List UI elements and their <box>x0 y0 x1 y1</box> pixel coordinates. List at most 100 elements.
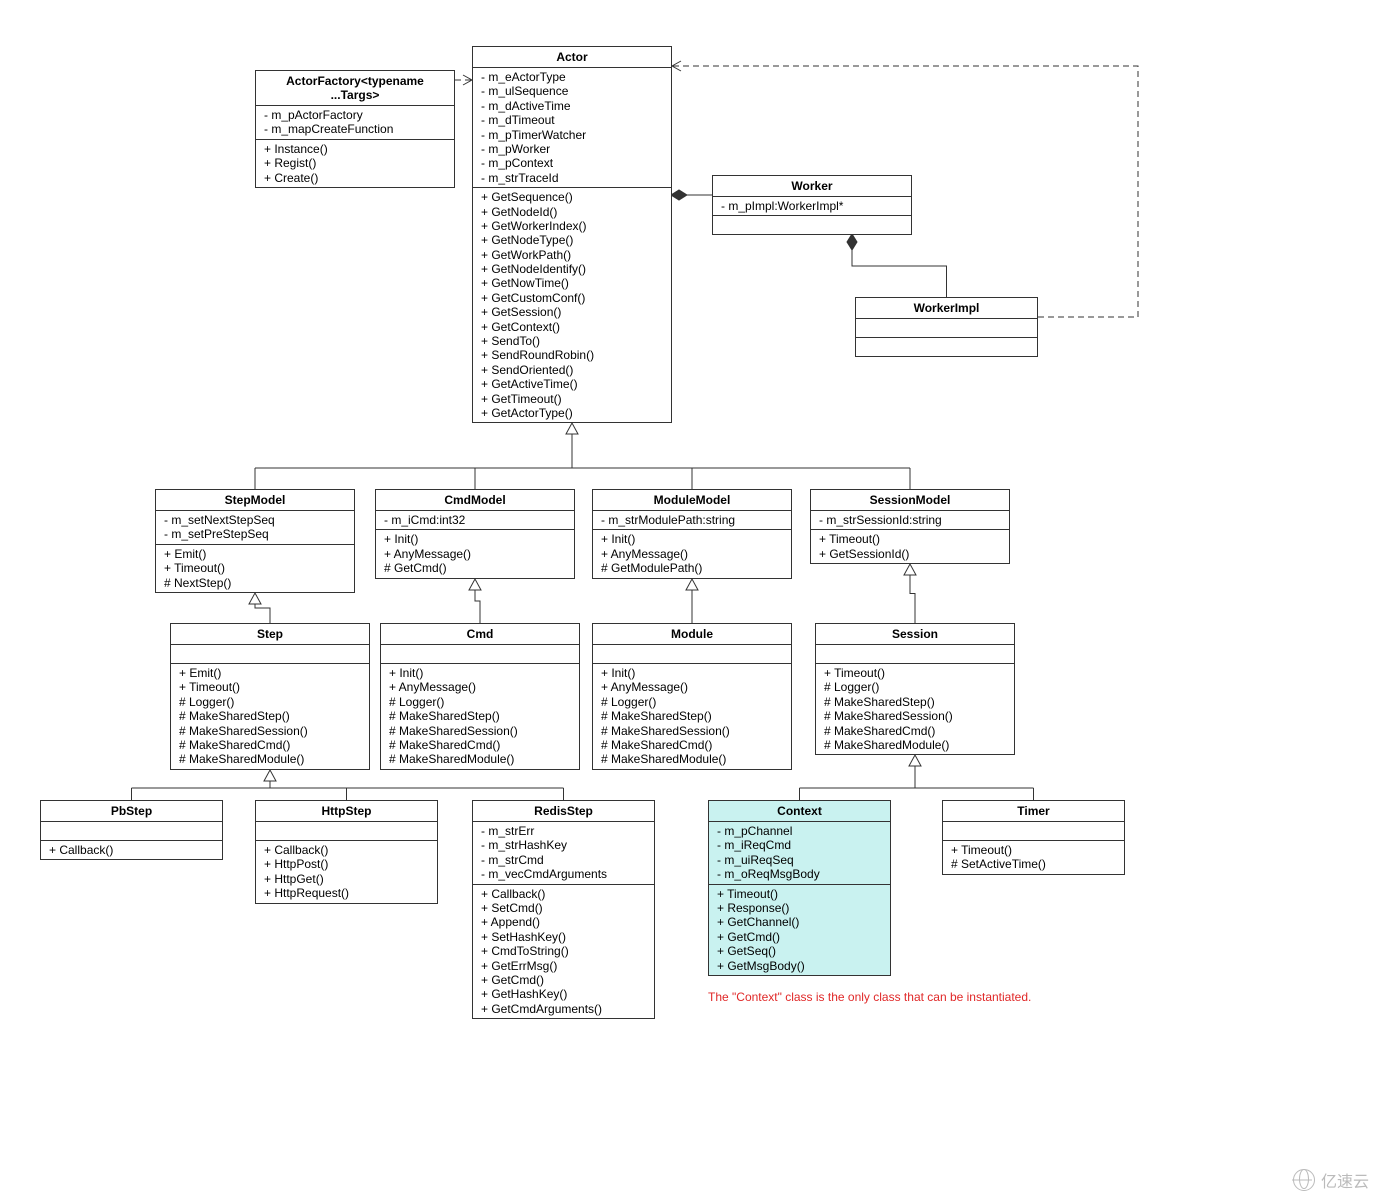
field: - m_dTimeout <box>481 113 663 127</box>
method: + GetWorkPath() <box>481 248 663 262</box>
field: - m_eActorType <box>481 70 663 84</box>
method: + GetSession() <box>481 305 663 319</box>
field: - m_pTimerWatcher <box>481 128 663 142</box>
method: # Logger() <box>824 680 1006 694</box>
method: + Init() <box>389 666 571 680</box>
method: # NextStep() <box>164 576 346 590</box>
connectors-layer <box>0 0 1381 1202</box>
method: + GetErrMsg() <box>481 959 646 973</box>
method: + AnyMessage() <box>384 547 566 561</box>
watermark-text: 亿速云 <box>1321 1168 1369 1192</box>
method: + GetNodeIdentify() <box>481 262 663 276</box>
fields-compartment: - m_pActorFactory- m_mapCreateFunction <box>256 106 454 140</box>
class-WorkerImpl: WorkerImpl <box>855 297 1038 357</box>
method: + GetContext() <box>481 320 663 334</box>
method: # SetActiveTime() <box>951 857 1116 871</box>
field: - m_pContext <box>481 156 663 170</box>
method: # MakeSharedStep() <box>601 709 783 723</box>
method: + GetWorkerIndex() <box>481 219 663 233</box>
method: # MakeSharedStep() <box>179 709 361 723</box>
methods-compartment: + Init()+ AnyMessage()# GetModulePath() <box>593 530 791 577</box>
method: + Timeout() <box>179 680 361 694</box>
method: + GetActiveTime() <box>481 377 663 391</box>
method: + Emit() <box>164 547 346 561</box>
methods-compartment: + Callback()+ HttpPost()+ HttpGet()+ Htt… <box>256 841 437 903</box>
class-Context: Context- m_pChannel- m_iReqCmd- m_uiReqS… <box>708 800 891 976</box>
method: # MakeSharedCmd() <box>179 738 361 752</box>
methods-compartment <box>713 216 911 234</box>
method: + AnyMessage() <box>601 547 783 561</box>
fields-compartment: - m_strModulePath:string <box>593 511 791 530</box>
method: + Timeout() <box>951 843 1116 857</box>
class-RedisStep: RedisStep- m_strErr- m_strHashKey- m_str… <box>472 800 655 1019</box>
method: + Timeout() <box>819 532 1001 546</box>
class-Cmd: Cmd + Init()+ AnyMessage()# Logger()# Ma… <box>380 623 580 770</box>
method: + GetCmd() <box>717 930 882 944</box>
method: + Init() <box>601 532 783 546</box>
fields-compartment <box>41 822 222 841</box>
watermark: 亿速云 <box>1293 1168 1369 1192</box>
method: + Init() <box>601 666 783 680</box>
class-Step: Step + Emit()+ Timeout()# Logger()# Make… <box>170 623 370 770</box>
fields-compartment <box>171 645 369 664</box>
method: # MakeSharedModule() <box>179 752 361 766</box>
field: - m_vecCmdArguments <box>481 867 646 881</box>
method: + GetMsgBody() <box>717 959 882 973</box>
method: + Callback() <box>264 843 429 857</box>
method: + GetSeq() <box>717 944 882 958</box>
class-CmdModel: CmdModel- m_iCmd:int32+ Init()+ AnyMessa… <box>375 489 575 579</box>
method: + Append() <box>481 915 646 929</box>
method: # MakeSharedCmd() <box>824 724 1006 738</box>
method: + Init() <box>384 532 566 546</box>
method: + Instance() <box>264 142 446 156</box>
fields-compartment: - m_setNextStepSeq- m_setPreStepSeq <box>156 511 354 545</box>
field: - m_pChannel <box>717 824 882 838</box>
fields-compartment: - m_strSessionId:string <box>811 511 1009 530</box>
class-title: Session <box>816 624 1014 645</box>
methods-compartment: + Init()+ AnyMessage()# Logger()# MakeSh… <box>593 664 791 769</box>
method: # Logger() <box>601 695 783 709</box>
field: - m_ulSequence <box>481 84 663 98</box>
method: + SetHashKey() <box>481 930 646 944</box>
field: - m_setNextStepSeq <box>164 513 346 527</box>
fields-compartment: - m_pChannel- m_iReqCmd- m_uiReqSeq- m_o… <box>709 822 890 885</box>
method: # MakeSharedModule() <box>824 738 1006 752</box>
methods-compartment: + Timeout()+ GetSessionId() <box>811 530 1009 563</box>
class-Timer: Timer + Timeout()# SetActiveTime() <box>942 800 1125 875</box>
field: - m_strCmd <box>481 853 646 867</box>
method: + GetTimeout() <box>481 392 663 406</box>
methods-compartment: + Init()+ AnyMessage()# GetCmd() <box>376 530 574 577</box>
field: - m_strModulePath:string <box>601 513 783 527</box>
method: + Emit() <box>179 666 361 680</box>
class-PbStep: PbStep + Callback() <box>40 800 223 860</box>
field: - m_dActiveTime <box>481 99 663 113</box>
method: + CmdToString() <box>481 944 646 958</box>
class-title: SessionModel <box>811 490 1009 511</box>
class-title: CmdModel <box>376 490 574 511</box>
method: + GetActorType() <box>481 406 663 420</box>
class-Session: Session + Timeout()# Logger()# MakeShare… <box>815 623 1015 755</box>
method: + HttpRequest() <box>264 886 429 900</box>
class-ModuleModel: ModuleModel- m_strModulePath:string+ Ini… <box>592 489 792 579</box>
fields-compartment <box>943 822 1124 841</box>
method: + HttpGet() <box>264 872 429 886</box>
method: + GetChannel() <box>717 915 882 929</box>
method: # MakeSharedSession() <box>601 724 783 738</box>
method: + Regist() <box>264 156 446 170</box>
method: + AnyMessage() <box>601 680 783 694</box>
class-ActorFactory: ActorFactory<typename ...Targs>- m_pActo… <box>255 70 455 188</box>
fields-compartment: - m_iCmd:int32 <box>376 511 574 530</box>
method: + GetSequence() <box>481 190 663 204</box>
field: - m_pImpl:WorkerImpl* <box>721 199 903 213</box>
uml-canvas: { "chart_data": { "type": "table", "desc… <box>0 0 1381 1202</box>
field: - m_strSessionId:string <box>819 513 1001 527</box>
class-Actor: Actor- m_eActorType- m_ulSequence- m_dAc… <box>472 46 672 423</box>
class-StepModel: StepModel- m_setNextStepSeq- m_setPreSte… <box>155 489 355 593</box>
field: - m_setPreStepSeq <box>164 527 346 541</box>
method: # Logger() <box>389 695 571 709</box>
class-Module: Module + Init()+ AnyMessage()# Logger()#… <box>592 623 792 770</box>
method: + SendTo() <box>481 334 663 348</box>
method: # MakeSharedSession() <box>179 724 361 738</box>
field: - m_pWorker <box>481 142 663 156</box>
fields-compartment: - m_strErr- m_strHashKey- m_strCmd- m_ve… <box>473 822 654 885</box>
